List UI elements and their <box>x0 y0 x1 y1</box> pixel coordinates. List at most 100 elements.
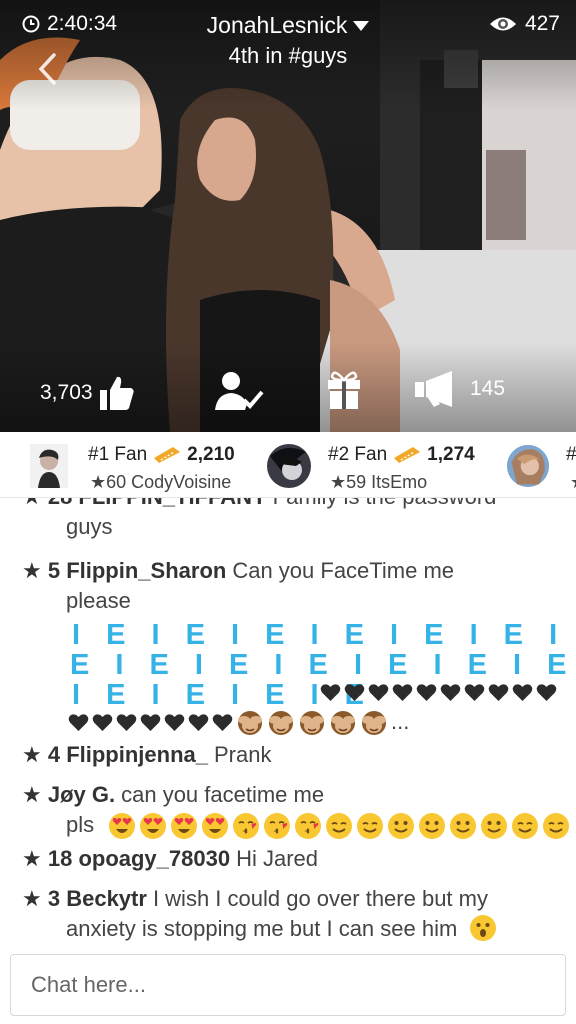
fan-rank: #1 Fan 2,210 <box>88 444 235 466</box>
heart-icon <box>116 713 137 731</box>
chat-username[interactable]: 4 Flippinjenna_ <box>48 742 208 767</box>
viewer-count[interactable]: 427 <box>489 12 560 36</box>
megaphone-icon <box>415 371 452 407</box>
star-icon: ★ <box>22 742 42 767</box>
viewer-number: 427 <box>524 12 560 35</box>
broadcaster-rank: 4th in #guys <box>228 43 348 68</box>
fan-rank-label: #2 Fan <box>328 444 388 465</box>
fan-username: ★ <box>570 472 576 493</box>
broadcaster-dropdown[interactable]: JonahLesnick <box>207 12 370 39</box>
heart-icon <box>464 683 485 701</box>
chat-text: Prank <box>214 742 272 767</box>
fan-rank: # <box>566 444 576 466</box>
chat-message: ★ 28 FLIPPIN_TIFFANYFamily is the passwo… <box>22 498 562 542</box>
smile-emoji <box>388 813 414 839</box>
heart-icon <box>536 683 557 701</box>
live-video[interactable]: 2:40:34 JonahLesnick 4th in #guys 427 3,… <box>0 0 576 432</box>
kiss-emoji <box>233 813 259 839</box>
top-fans-bar[interactable]: #1 Fan 2,210 ★60 CodyVoisine #2 Fan 1,27… <box>0 432 576 498</box>
chat-text-continued-line: anxiety is stopping me but I can see him <box>66 916 458 941</box>
heart-icon <box>68 713 89 731</box>
emoji-row <box>108 812 570 840</box>
fan-item[interactable]: # ★ <box>500 432 576 497</box>
chat-message: ★ 5 Flippin_Sharon Can you FaceTime me pl… <box>22 556 562 616</box>
heart-icon <box>392 683 413 701</box>
shout-button[interactable]: 145 <box>414 370 505 408</box>
chat-username[interactable]: 28 FLIPPIN_TIFFANY <box>48 498 267 509</box>
chat-username[interactable]: 3 Beckytr <box>48 886 147 911</box>
stream-actions-bar: 3,703 145 <box>0 366 576 418</box>
heart-icon <box>488 683 509 701</box>
chat-message: ★ 18 opoagy_78030 Hi Jared <box>22 844 562 874</box>
ticket-icon <box>154 447 181 463</box>
chat-text: Hi Jared <box>236 846 319 871</box>
kiss-emoji <box>295 813 321 839</box>
chat-username[interactable]: 18 opoagy_78030 <box>48 846 230 871</box>
fan-rank-label: #1 Fan <box>88 444 148 465</box>
chat-input[interactable] <box>10 954 566 1016</box>
smile-emoji <box>481 813 507 839</box>
gift-icon[interactable] <box>326 368 362 410</box>
avatar <box>267 444 311 488</box>
heart-icon <box>92 713 113 731</box>
chat-spam-line: I E I E I E I E <box>72 679 373 711</box>
heart-eyes-emoji <box>171 813 197 839</box>
see-no-evil-monkey-emoji <box>300 711 324 735</box>
chat-feed[interactable]: ★ 28 FLIPPIN_TIFFANY Family is the passwo… <box>0 498 576 948</box>
see-no-evil-monkey-emoji <box>238 711 262 735</box>
heart-row <box>320 678 557 706</box>
fan-item[interactable]: #1 Fan 2,210 ★60 CodyVoisine <box>0 432 250 497</box>
stream-timer: 2:40:34 <box>22 12 117 36</box>
clock-icon <box>22 15 40 33</box>
star-icon: ★ <box>22 846 42 871</box>
avatar <box>30 444 68 488</box>
fan-score: 1,274 <box>427 444 475 465</box>
star-icon: ★ <box>22 782 42 807</box>
fan-item[interactable]: #2 Fan 1,274 ★59 ItsEmo <box>250 432 490 497</box>
broadcaster-name: JonahLesnick <box>206 12 348 38</box>
see-no-evil-monkey-emoji <box>269 711 293 735</box>
chat-spam-line: E I E I E I E I E I E I E I E <box>70 649 576 681</box>
smile-emoji <box>450 813 476 839</box>
star-icon: ★ <box>22 558 42 583</box>
star-icon: ★ <box>22 886 42 911</box>
back-chevron-icon[interactable] <box>36 52 58 86</box>
chat-text-continued: guys <box>66 514 113 539</box>
avatar <box>506 444 550 488</box>
chat-text: Family is the password <box>273 498 497 509</box>
like-button[interactable]: 3,703 <box>40 374 135 412</box>
heart-icon <box>212 713 233 731</box>
content-smile-emoji <box>326 813 352 839</box>
see-no-evil-monkey-emoji <box>331 711 355 735</box>
emoji-row: ... <box>68 708 409 736</box>
fan-rank: #2 Fan 1,274 <box>328 444 475 466</box>
surprised-emoji <box>470 915 497 941</box>
chat-message: ★ 3 Beckytr I wish I could go over there … <box>22 884 562 944</box>
heart-icon <box>140 713 161 731</box>
chat-message: ★ 4 Flippinjenna_ Prank <box>22 740 562 770</box>
chat-username[interactable]: Jøy G. <box>48 782 115 807</box>
smile-emoji <box>419 813 445 839</box>
kiss-emoji <box>264 813 290 839</box>
broadcaster-info[interactable]: JonahLesnick 4th in #guys <box>180 12 396 69</box>
chat-text-continued-word: pls <box>66 812 95 837</box>
heart-icon <box>440 683 461 701</box>
heart-icon <box>344 683 365 701</box>
heart-icon <box>164 713 185 731</box>
chat-text-continued: anxiety is stopping me but I can see him <box>22 914 562 944</box>
fan-rank-label: # <box>566 444 576 465</box>
fan-username: ★60 CodyVoisine <box>90 472 232 492</box>
shout-count: 145 <box>470 377 506 400</box>
caret-down-icon <box>353 20 370 31</box>
thumbs-up-icon <box>99 376 134 410</box>
chat-text: I wish I could go over there but my <box>152 886 488 911</box>
heart-icon <box>416 683 437 701</box>
follow-user-icon[interactable] <box>214 370 266 412</box>
chat-username[interactable]: 5 Flippin_Sharon <box>48 558 226 583</box>
content-smile-emoji <box>512 813 538 839</box>
eye-icon <box>489 17 516 31</box>
chat-spam-line: I E I E I E I E I E I E I E I <box>72 619 576 651</box>
heart-icon <box>368 683 389 701</box>
chat-text-continued: please <box>66 588 131 613</box>
heart-eyes-emoji <box>109 813 135 839</box>
